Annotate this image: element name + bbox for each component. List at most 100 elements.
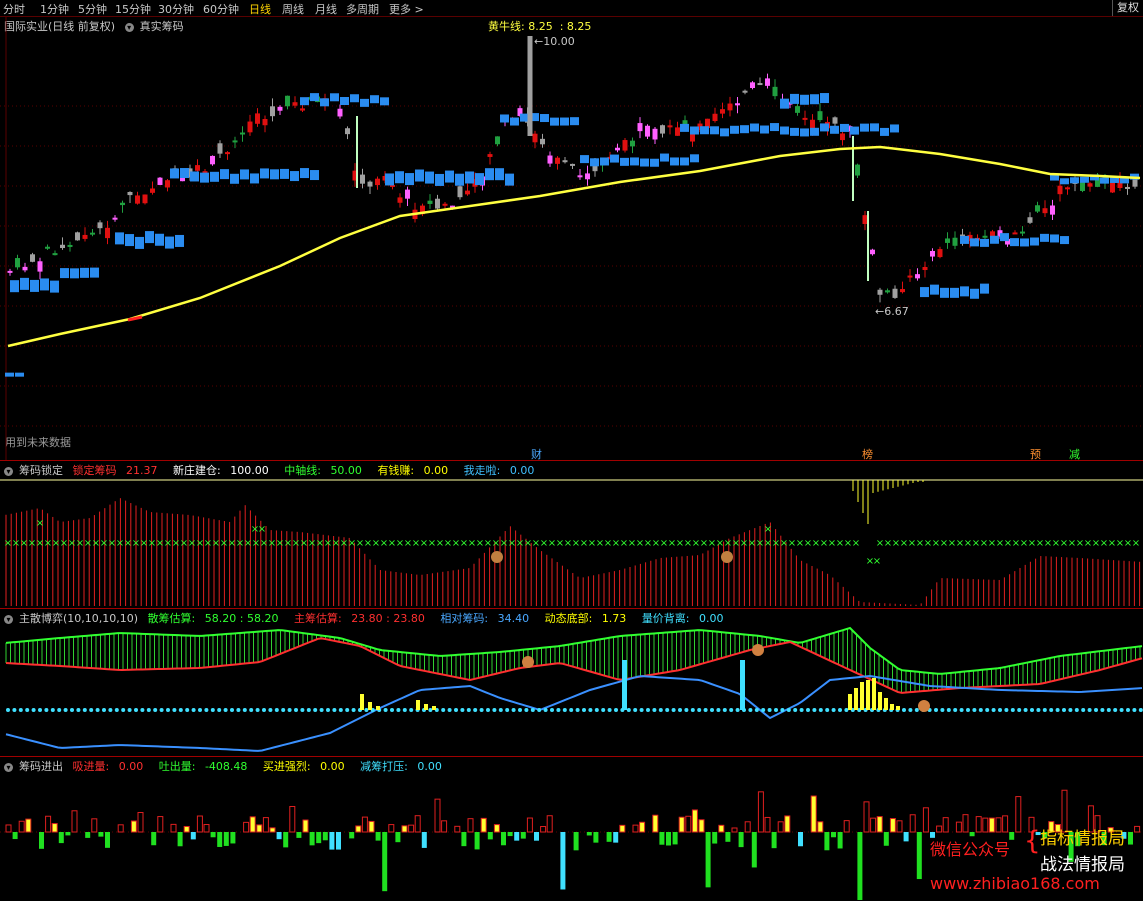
base-dot [658, 708, 663, 712]
inflow-bar [170, 823, 177, 833]
period-tab[interactable]: 分时 [3, 1, 25, 17]
fuquan-button[interactable]: 复权 [1112, 0, 1143, 16]
period-tab[interactable]: 30分钟 [158, 1, 194, 17]
period-tab-daily[interactable]: 日线 [249, 1, 271, 17]
more-menu[interactable]: 更多 > [389, 1, 424, 17]
base-dot [953, 708, 958, 712]
base-dot [601, 708, 606, 712]
base-dot [537, 708, 542, 712]
base-dot [89, 708, 94, 712]
candle-body [630, 140, 635, 147]
chip-band [610, 154, 619, 163]
base-dot [294, 708, 298, 712]
chip-band [380, 97, 389, 106]
candle-body [982, 235, 988, 238]
inflow-bar [718, 824, 725, 833]
base-dot [1030, 708, 1034, 712]
base-dot [185, 708, 190, 712]
outflow-bar [230, 832, 236, 844]
chip-band [320, 98, 329, 107]
chip-band [700, 126, 709, 135]
inflow-bar [480, 817, 487, 833]
inflow-bar [137, 812, 144, 833]
chip-band [780, 126, 789, 135]
outflow-bar [771, 832, 777, 849]
outflow-bar [276, 832, 282, 840]
outflow-bar [336, 832, 341, 850]
inflow-bar [843, 820, 850, 833]
inflow-bar [632, 824, 639, 833]
chip-band [850, 126, 859, 135]
base-dot [652, 708, 657, 712]
candle-body [360, 174, 365, 184]
base-dot [934, 708, 938, 712]
base-dot [665, 708, 670, 712]
period-tab[interactable]: 周线 [282, 1, 304, 17]
base-dot [313, 708, 318, 712]
base-dot [1042, 708, 1047, 712]
base-dot [198, 708, 202, 712]
period-tab[interactable]: 5分钟 [78, 1, 107, 17]
outflow-bar [712, 832, 718, 844]
base-dot [562, 708, 567, 712]
candle-body [945, 238, 950, 243]
chip-band [950, 287, 959, 298]
candle-body [210, 155, 215, 165]
inflow-bar [408, 824, 415, 833]
outflow-bar [586, 832, 592, 836]
base-dot [767, 708, 772, 712]
base-dot [991, 708, 996, 712]
candle-body [585, 173, 590, 180]
period-tab[interactable]: 月线 [315, 1, 337, 17]
bottom-bar [884, 698, 888, 710]
inflow-bar [995, 817, 1002, 833]
outflow-bar [916, 832, 922, 880]
candle-body [907, 275, 913, 278]
candle-body [802, 117, 808, 120]
base-dot [946, 708, 951, 712]
outflow-bar [474, 832, 480, 850]
period-tab[interactable]: 多周期 [346, 1, 379, 17]
base-dot [76, 708, 81, 712]
chip-band [550, 117, 559, 126]
candle-body [772, 86, 778, 97]
candle-body [615, 147, 620, 151]
period-tab[interactable]: 60分钟 [203, 1, 239, 17]
base-dot [18, 708, 23, 712]
candle-body [1057, 185, 1063, 195]
chip-band [1100, 177, 1109, 184]
chip-band [510, 117, 519, 126]
chip-band [860, 123, 869, 132]
chip-band [640, 158, 649, 167]
inflow-bar [368, 820, 375, 833]
bottom-bar [896, 706, 900, 710]
chip-band [1060, 236, 1069, 245]
inflow-bar [546, 815, 553, 833]
chip-band [1040, 233, 1049, 242]
candle-body [622, 140, 628, 151]
chip-band [1010, 238, 1019, 247]
candle-body [637, 123, 643, 132]
base-dot [396, 708, 401, 712]
inflow-bar [493, 824, 500, 833]
outflow-bar [705, 832, 711, 888]
outflow-bar [349, 832, 355, 839]
period-tab[interactable]: 1分钟 [40, 1, 69, 17]
inflow-bar [157, 816, 164, 833]
period-tab[interactable]: 15分钟 [115, 1, 151, 17]
candle-body [52, 253, 58, 256]
candle-body [45, 246, 50, 249]
base-dot [441, 708, 446, 712]
base-dot [914, 708, 919, 712]
chip-band [690, 126, 699, 135]
base-dot [210, 708, 215, 712]
base-dot [236, 708, 241, 712]
inflow-bar [183, 825, 190, 833]
chip-band [710, 126, 719, 135]
outflow-bar [514, 832, 520, 841]
base-dot [1074, 708, 1079, 712]
candle-body [1110, 182, 1115, 193]
inflow-bar [388, 824, 395, 833]
base-dot [38, 708, 42, 712]
base-dot [364, 708, 369, 712]
